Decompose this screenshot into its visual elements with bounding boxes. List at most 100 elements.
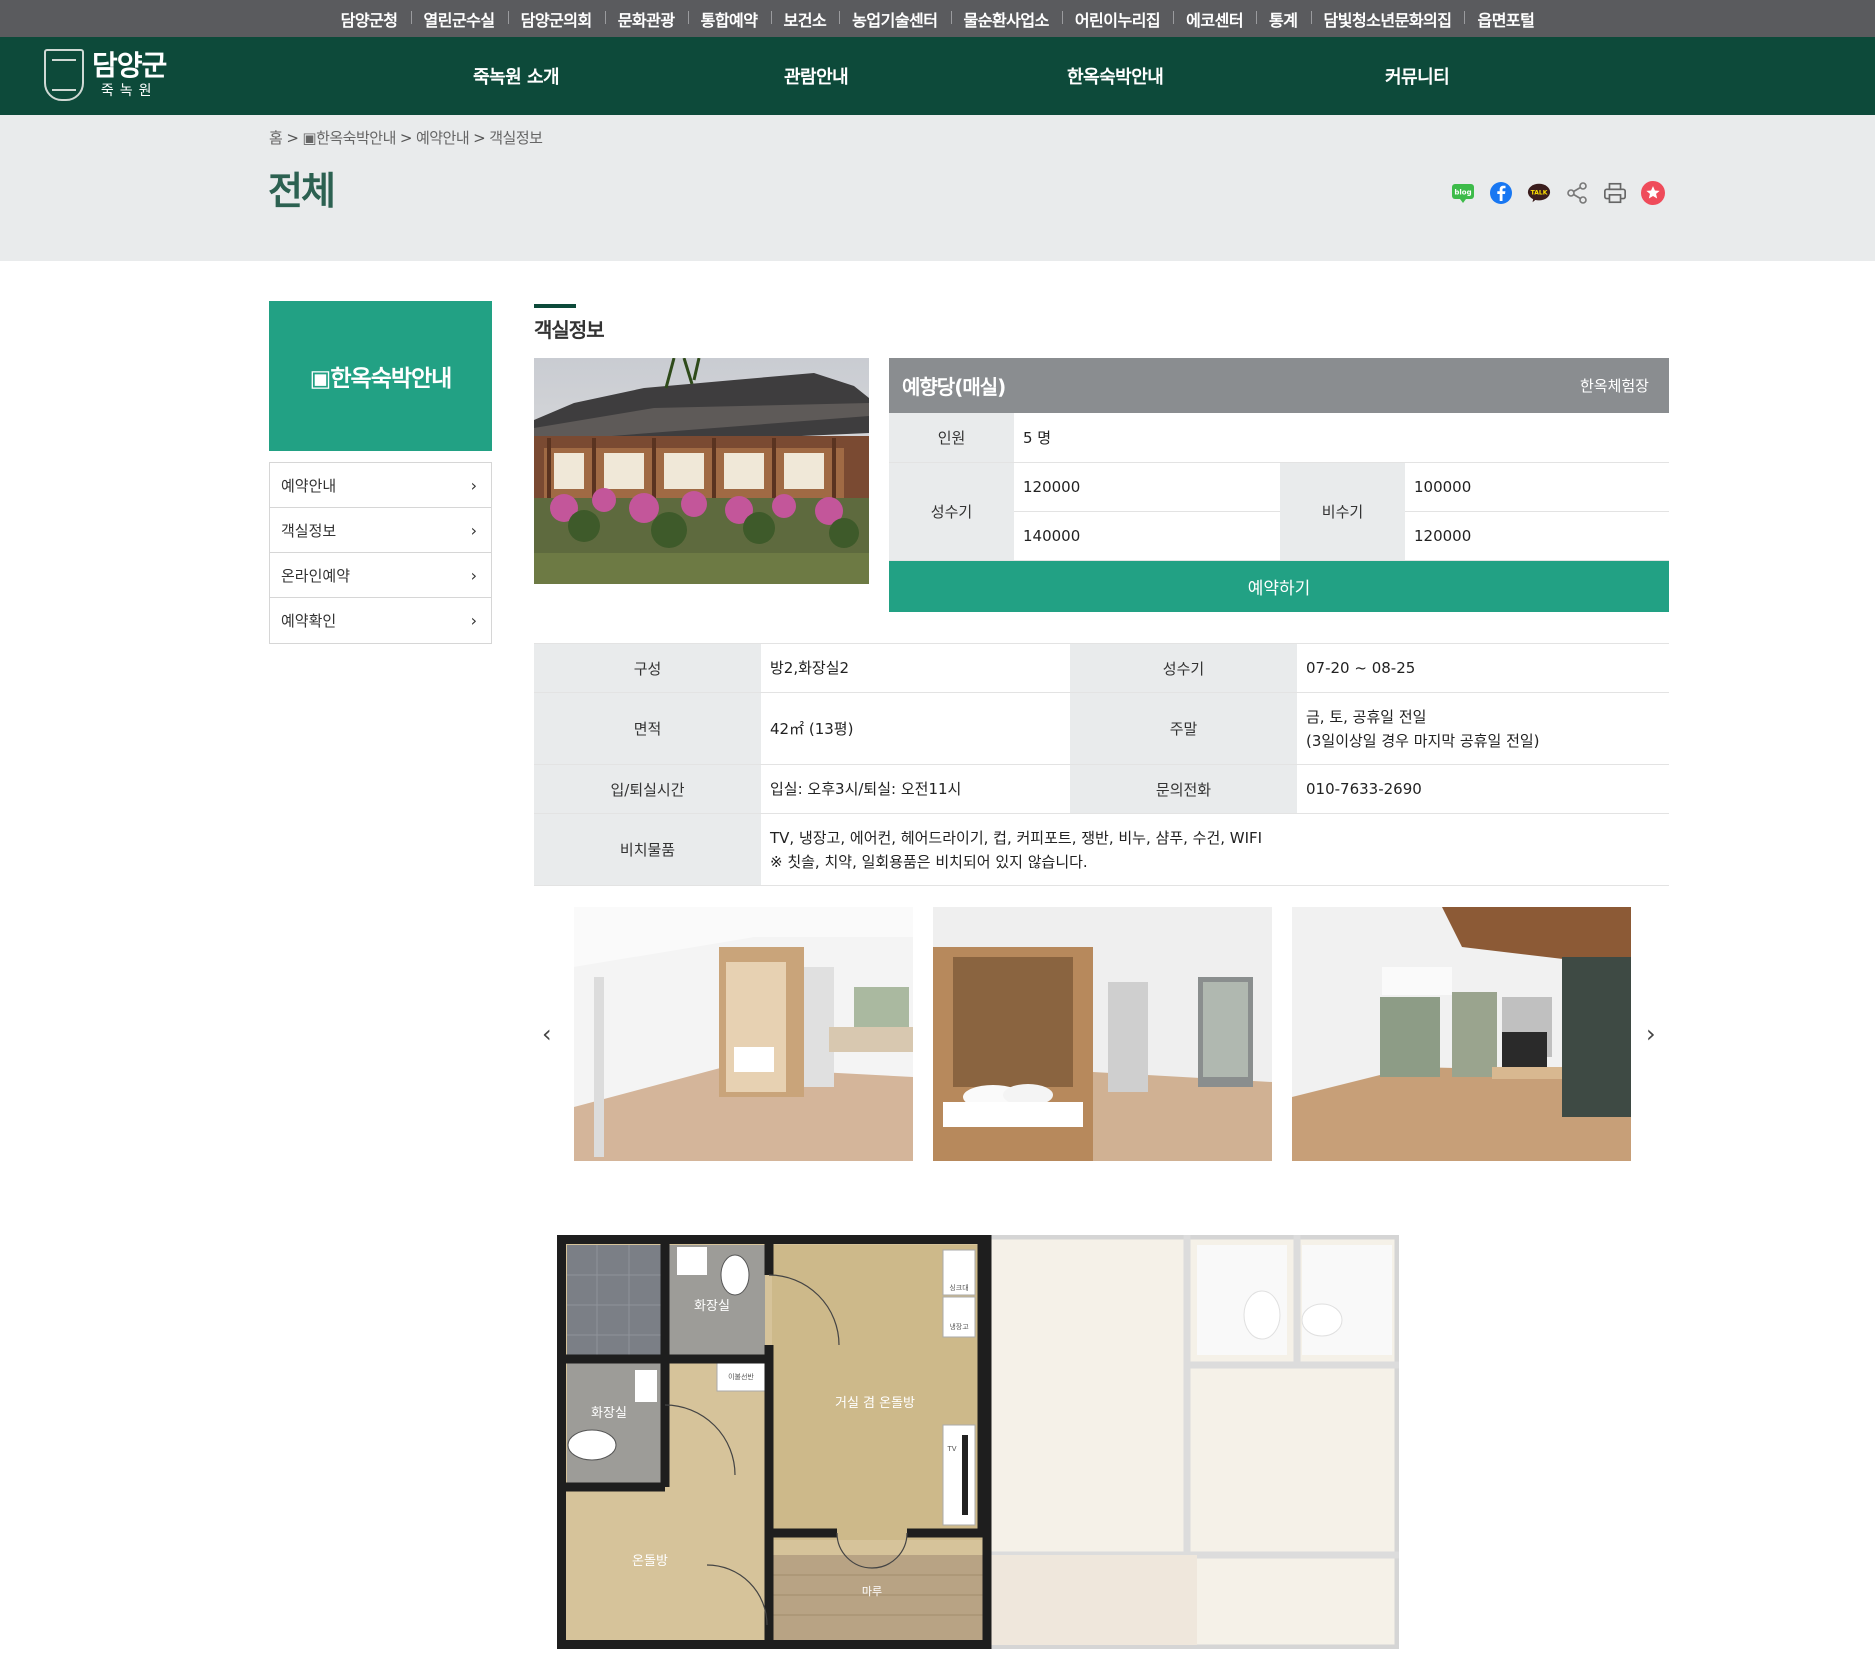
logo-sub-text: 죽녹원 bbox=[100, 83, 158, 99]
room-type: 한옥체험장 bbox=[1579, 377, 1649, 395]
weekend-line-1: 금, 토, 공휴일 전일 bbox=[1306, 707, 1427, 726]
room-info-box: 예향당(매실) 한옥체험장 인원 5 명 성수기 120000 비수기 1000… bbox=[889, 358, 1669, 612]
weekend-label: 주말 bbox=[1070, 692, 1297, 765]
svg-text:TALK: TALK bbox=[1531, 189, 1548, 196]
area-label: 면적 bbox=[534, 692, 761, 765]
util-link[interactable]: 어린이누리집 bbox=[1061, 7, 1173, 31]
util-link[interactable]: 읍면포털 bbox=[1464, 7, 1547, 31]
gallery-next-button[interactable]: › bbox=[1646, 1020, 1656, 1048]
peak-period-label: 성수기 bbox=[1070, 643, 1297, 693]
sidebar-item-reservation-guide[interactable]: 예약안내 › bbox=[270, 463, 491, 508]
peak-label: 성수기 bbox=[889, 462, 1014, 561]
floorplan-label-maru: 마루 bbox=[862, 1585, 882, 1598]
weekend-line-2: (3일이상일 경우 마지막 공휴일 전일) bbox=[1306, 731, 1540, 750]
util-link[interactable]: 담양군의회 bbox=[507, 7, 605, 31]
breadcrumb-hanok[interactable]: ▣한옥숙박안내 bbox=[302, 129, 396, 147]
gnb-item-intro[interactable]: 죽녹원 소개 bbox=[473, 37, 560, 115]
room-header: 예향당(매실) 한옥체험장 bbox=[889, 358, 1669, 413]
gnb-item-visit-guide[interactable]: 관람안내 bbox=[784, 37, 849, 115]
kakaotalk-icon[interactable]: TALK bbox=[1527, 181, 1551, 205]
sidebar-item-reservation-check[interactable]: 예약확인 › bbox=[270, 598, 491, 643]
gallery-photo-2[interactable] bbox=[933, 907, 1272, 1161]
sidebar-title: ▣한옥숙박안내 bbox=[269, 301, 492, 451]
amenities-line-2: ※ 칫솔, 치약, 일회용품은 비치되어 있지 않습니다. bbox=[770, 852, 1088, 871]
weekend-value: 금, 토, 공휴일 전일 (3일이상일 경우 마지막 공휴일 전일) bbox=[1297, 692, 1669, 765]
room-price-table: 인원 5 명 성수기 120000 비수기 100000 140000 1200… bbox=[889, 413, 1669, 561]
capacity-label: 인원 bbox=[889, 413, 1014, 463]
logo-main-text: 담양군 bbox=[92, 49, 167, 82]
floorplan-label-tv: TV bbox=[946, 1445, 956, 1453]
reserve-button[interactable]: 예약하기 bbox=[889, 560, 1669, 612]
sub-header: 홈 > ▣한옥숙박안내 > 예약안내 > 객실정보 전체 blog TALK bbox=[0, 115, 1875, 261]
sidebar-item-label: 예약확인 bbox=[281, 612, 337, 630]
floorplan-label-bathroom-2: 화장실 bbox=[591, 1406, 627, 1421]
floorplan-label-sink: 싱크대 bbox=[949, 1283, 968, 1292]
offpeak-price-2: 120000 bbox=[1405, 511, 1669, 561]
blog-icon[interactable]: blog bbox=[1451, 181, 1475, 205]
floorplan-label-bedding-shelf: 이불선반 bbox=[728, 1372, 754, 1381]
gnb-item-community[interactable]: 커뮤니티 bbox=[1385, 37, 1450, 115]
gallery-prev-button[interactable]: ‹ bbox=[542, 1020, 552, 1048]
util-link[interactable]: 물순환사업소 bbox=[950, 7, 1062, 31]
offpeak-price-1: 100000 bbox=[1405, 462, 1669, 512]
util-link[interactable]: 에코센터 bbox=[1173, 7, 1256, 31]
sidebar-item-label: 예약안내 bbox=[281, 476, 337, 495]
util-link[interactable]: 문화관광 bbox=[604, 7, 688, 31]
section-title-bar bbox=[534, 304, 576, 308]
breadcrumb-reservation[interactable]: 예약안내 bbox=[416, 129, 470, 147]
phone-value: 010-7633-2690 bbox=[1297, 764, 1669, 814]
facebook-icon[interactable] bbox=[1489, 181, 1513, 205]
peak-price-1: 120000 bbox=[1014, 462, 1280, 512]
gnb-item-hanok-stay[interactable]: 한옥숙박안내 bbox=[1067, 37, 1164, 115]
main-navigation: 담양군 죽녹원 죽녹원 소개 관람안내 한옥숙박안내 커뮤니티 bbox=[0, 37, 1875, 115]
room-name: 예향당(매실) bbox=[902, 375, 1006, 399]
capacity-value: 5 명 bbox=[1014, 413, 1669, 463]
room-detail-table: 구성 방2,화장실2 성수기 07-20 ~ 08-25 면적 42㎡ (13평… bbox=[534, 643, 1669, 886]
sidebar-item-online-reservation[interactable]: 온라인예약 › bbox=[270, 553, 491, 598]
offpeak-label: 비수기 bbox=[1280, 462, 1405, 561]
gallery-photo-3[interactable] bbox=[1292, 907, 1631, 1161]
util-link[interactable]: 농업기술센터 bbox=[839, 7, 950, 31]
gallery-photo-1[interactable] bbox=[574, 907, 913, 1161]
page-title: 전체 bbox=[268, 169, 336, 213]
favorite-star-icon[interactable] bbox=[1641, 181, 1665, 205]
sidebar-item-room-info[interactable]: 객실정보 › bbox=[270, 508, 491, 553]
section-title: 객실정보 bbox=[534, 318, 605, 342]
chevron-right-icon: › bbox=[470, 565, 477, 585]
print-icon[interactable] bbox=[1603, 181, 1627, 205]
chevron-right-icon: › bbox=[470, 520, 477, 540]
amenities-label: 비치물품 bbox=[534, 813, 761, 886]
floorplan-label-fridge: 냉장고 bbox=[949, 1322, 969, 1331]
breadcrumb: 홈 > ▣한옥숙박안내 > 예약안내 > 객실정보 bbox=[269, 129, 543, 147]
composition-label: 구성 bbox=[534, 643, 761, 693]
share-toolbar: blog TALK bbox=[1451, 181, 1665, 205]
sidebar-item-label: 온라인예약 bbox=[281, 566, 351, 585]
area-value: 42㎡ (13평) bbox=[761, 692, 1070, 765]
sidebar-item-label: 객실정보 bbox=[281, 521, 337, 540]
peak-period-value: 07-20 ~ 08-25 bbox=[1297, 643, 1669, 693]
amenities-line-1: TV, 냉장고, 에어컨, 헤어드라이기, 컵, 커피포트, 쟁반, 비누, 샴… bbox=[770, 828, 1263, 847]
checkin-value: 입실: 오후3시/퇴실: 오전11시 bbox=[761, 764, 1070, 814]
room-floor-plan: 화장실 화장실 거실 겸 온돌방 온돌방 마루 싱크대 냉장고 이불선반 TV bbox=[557, 1230, 1404, 1654]
breadcrumb-home[interactable]: 홈 bbox=[269, 129, 283, 147]
util-link[interactable]: 담빛청소년문화의집 bbox=[1310, 7, 1465, 31]
share-icon[interactable] bbox=[1565, 181, 1589, 205]
breadcrumb-current: 객실정보 bbox=[489, 129, 543, 147]
room-main-photo bbox=[534, 358, 869, 584]
site-logo[interactable]: 담양군 죽녹원 bbox=[44, 49, 167, 101]
util-link[interactable]: 통합예약 bbox=[687, 7, 771, 31]
util-link[interactable]: 담양군청 bbox=[328, 7, 411, 31]
svg-text:blog: blog bbox=[1454, 189, 1471, 197]
amenities-value: TV, 냉장고, 에어컨, 헤어드라이기, 컵, 커피포트, 쟁반, 비누, 샴… bbox=[761, 813, 1669, 886]
floorplan-label-bathroom-1: 화장실 bbox=[694, 1299, 730, 1314]
floorplan-label-ondol: 온돌방 bbox=[632, 1554, 668, 1569]
utility-bar: 담양군청 열린군수실 담양군의회 문화관광 통합예약 보건소 농업기술센터 물순환사업소 어린이… bbox=[0, 0, 1875, 37]
sidebar-menu: 예약안내 › 객실정보 › 온라인예약 › 예약확인 › bbox=[269, 462, 492, 644]
floorplan-label-living: 거실 겸 온돌방 bbox=[835, 1396, 915, 1411]
chevron-right-icon: › bbox=[470, 611, 477, 630]
checkin-label: 입/퇴실시간 bbox=[534, 764, 761, 814]
util-link[interactable]: 통계 bbox=[1256, 7, 1310, 31]
util-link[interactable]: 열린군수실 bbox=[410, 7, 508, 31]
util-link[interactable]: 보건소 bbox=[770, 7, 840, 31]
chevron-right-icon: › bbox=[470, 475, 477, 495]
